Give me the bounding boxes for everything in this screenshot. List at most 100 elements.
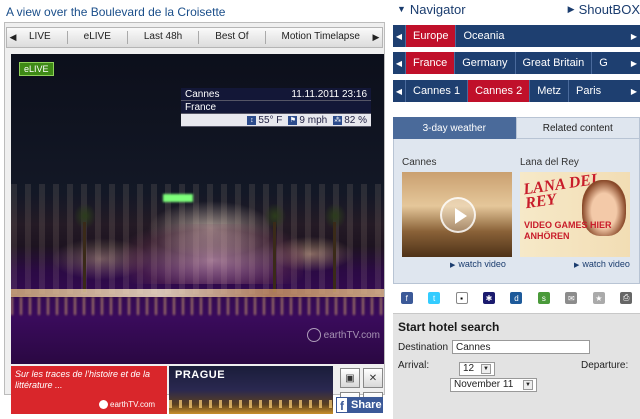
chevron-right-icon: ▶: [567, 3, 575, 14]
city-prev-icon[interactable]: ◀: [393, 80, 405, 102]
navigator-tab[interactable]: ▼ Navigator: [393, 2, 466, 17]
city-next-icon[interactable]: ▶: [628, 80, 640, 102]
play-icon[interactable]: [440, 197, 476, 233]
print-icon[interactable]: ⎙: [620, 292, 633, 304]
departure-label: Departure:: [581, 360, 629, 371]
region-items: Europe Oceania: [405, 25, 628, 47]
elive-badge: eLIVE: [19, 62, 54, 76]
city-cannes-1[interactable]: Cannes 1: [405, 80, 467, 102]
hotel-search: Start hotel search Destination Arrival: …: [393, 313, 640, 419]
delicious-icon[interactable]: ▪: [455, 292, 468, 304]
country-partial[interactable]: G: [591, 52, 615, 74]
info-city-row: Cannes 11.11.2011 23:16: [181, 88, 371, 101]
tab-prev-arrow-icon[interactable]: ◀: [7, 28, 19, 47]
bookmark-icon[interactable]: ★: [592, 292, 605, 304]
thermometer-icon: ↕: [247, 115, 257, 125]
region-bar: ◀ Europe Oceania ▶: [393, 25, 640, 47]
palm-tree: [71, 204, 99, 294]
tab-divider: [264, 31, 266, 44]
tab-divider: [66, 31, 68, 44]
destination-field[interactable]: [452, 340, 590, 354]
region-oceania[interactable]: Oceania: [455, 25, 511, 47]
tab-best-of[interactable]: Best Of: [211, 31, 252, 44]
region-next-icon[interactable]: ▶: [628, 25, 640, 47]
related-caption: Cannes: [402, 157, 437, 168]
bridge-lights: [169, 400, 333, 408]
arrival-label: Arrival:: [398, 360, 430, 371]
info-country-row: France: [181, 101, 371, 114]
tab-divider: [126, 31, 128, 44]
tab-motion-timelapse[interactable]: Motion Timelapse: [278, 31, 364, 44]
country-prev-icon[interactable]: ◀: [393, 52, 405, 74]
humidity-icon: ⁂: [333, 115, 343, 125]
humidity-value: 82 %: [344, 114, 367, 126]
info-overlay: Cannes 11.11.2011 23:16 France ↕ 55° F ⚑ 9…: [181, 88, 371, 127]
navigator-title: Navigator: [409, 1, 466, 17]
arrival-day-select[interactable]: 12 ▼: [459, 362, 495, 376]
digg-icon[interactable]: d: [510, 292, 523, 304]
shoreline: [11, 289, 384, 297]
arrival-day-value: 12: [463, 363, 475, 374]
temperature: ↕ 55° F: [247, 114, 282, 126]
related-content-panel: Cannes Lana del Rey LANA DEL REY VIDEO G…: [393, 139, 640, 284]
country-germany[interactable]: Germany: [454, 52, 514, 74]
country-france[interactable]: France: [405, 52, 455, 74]
hotel-search-title: Start hotel search: [398, 320, 500, 334]
tab-3-day-weather[interactable]: 3-day weather: [393, 117, 516, 139]
twitter-icon[interactable]: t: [428, 292, 441, 304]
page: A view over the Boulevard de la Croisett…: [0, 0, 640, 419]
arrival-month-select[interactable]: November 11 ▼: [450, 378, 537, 392]
globe-icon: [99, 400, 108, 409]
city-paris[interactable]: Paris: [568, 80, 608, 102]
tab-live[interactable]: LIVE: [25, 31, 55, 44]
tab-related-content[interactable]: Related content: [515, 117, 640, 139]
content-tabs: 3-day weather Related content: [393, 117, 640, 139]
city-metz[interactable]: Metz: [529, 80, 568, 102]
email-icon[interactable]: ✉: [565, 292, 578, 304]
play-arrow-icon: ▶: [450, 262, 456, 269]
ad-logo: earthTV.com: [99, 399, 155, 410]
facebook-share-button[interactable]: f Share: [336, 397, 383, 413]
region-prev-icon[interactable]: ◀: [393, 25, 405, 47]
watch-video-link[interactable]: ▶ watch video: [450, 259, 506, 269]
video-stream[interactable]: eLIVE Cannes 11.11.2011 23:16 France ↕ 55…: [11, 54, 384, 364]
thumb-promo-text: VIDEO GAMES HIER ANHÖREN: [524, 220, 612, 241]
wind-flag-icon: ⚑: [288, 115, 298, 125]
ad-left-panel[interactable]: Sur les traces de l’histoire et de la li…: [11, 366, 167, 414]
country-great-britain[interactable]: Great Britain: [514, 52, 592, 74]
watch-video-link[interactable]: ▶ watch video: [574, 259, 630, 269]
neon-sign: [163, 194, 193, 202]
country-next-icon[interactable]: ▶: [628, 52, 640, 74]
share-icons-row: f t ▪ ✱ d s ✉ ★ ⎙: [393, 290, 640, 306]
humidity: ⁂ 82 %: [333, 114, 367, 126]
wind-value: 9 mph: [299, 114, 328, 126]
palm-tree: [261, 204, 289, 294]
video-thumbnail[interactable]: [402, 172, 512, 257]
right-column: ▼ Navigator ▶ ShoutBOX ◀ Europe Oceania ▶ …: [393, 0, 640, 419]
tab-last-48h[interactable]: Last 48h: [140, 31, 186, 44]
info-country: France: [185, 102, 217, 113]
wind: ⚑ 9 mph: [288, 114, 327, 126]
facebook-icon[interactable]: f: [400, 292, 413, 304]
info-weather-row: ↕ 55° F ⚑ 9 mph ⁂ 82 %: [181, 114, 371, 127]
screen-icon[interactable]: ▣: [340, 368, 360, 388]
fullscreen-icon[interactable]: ✕: [363, 368, 383, 388]
arrival-month-value: November 11: [454, 379, 514, 390]
myspace-icon[interactable]: ✱: [483, 292, 496, 304]
city-cannes-2[interactable]: Cannes 2: [467, 80, 530, 102]
city-items: Cannes 1 Cannes 2 Metz Paris: [405, 80, 628, 102]
ad-tagline: Sur les traces de l’histoire et de la li…: [15, 369, 151, 390]
navigator-header: ▼ Navigator ▶ ShoutBOX: [393, 0, 640, 18]
globe-icon: [306, 328, 321, 342]
ad-prague-panel[interactable]: PRAGUE: [169, 366, 333, 414]
shoutbox-tab[interactable]: ▶ ShoutBOX: [564, 2, 640, 17]
tab-elive[interactable]: eLIVE: [80, 31, 115, 44]
stumble-icon[interactable]: s: [537, 292, 550, 304]
tab-next-arrow-icon[interactable]: ▶: [370, 28, 382, 47]
country-items: France Germany Great Britain G: [405, 52, 628, 74]
video-thumbnail[interactable]: LANA DEL REY VIDEO GAMES HIER ANHÖREN: [520, 172, 630, 257]
shoutbox-title: ShoutBOX: [578, 1, 640, 17]
related-item-cannes: Cannes: [402, 157, 512, 257]
city-bar: ◀ Cannes 1 Cannes 2 Metz Paris ▶: [393, 80, 640, 102]
region-europe[interactable]: Europe: [405, 25, 456, 47]
